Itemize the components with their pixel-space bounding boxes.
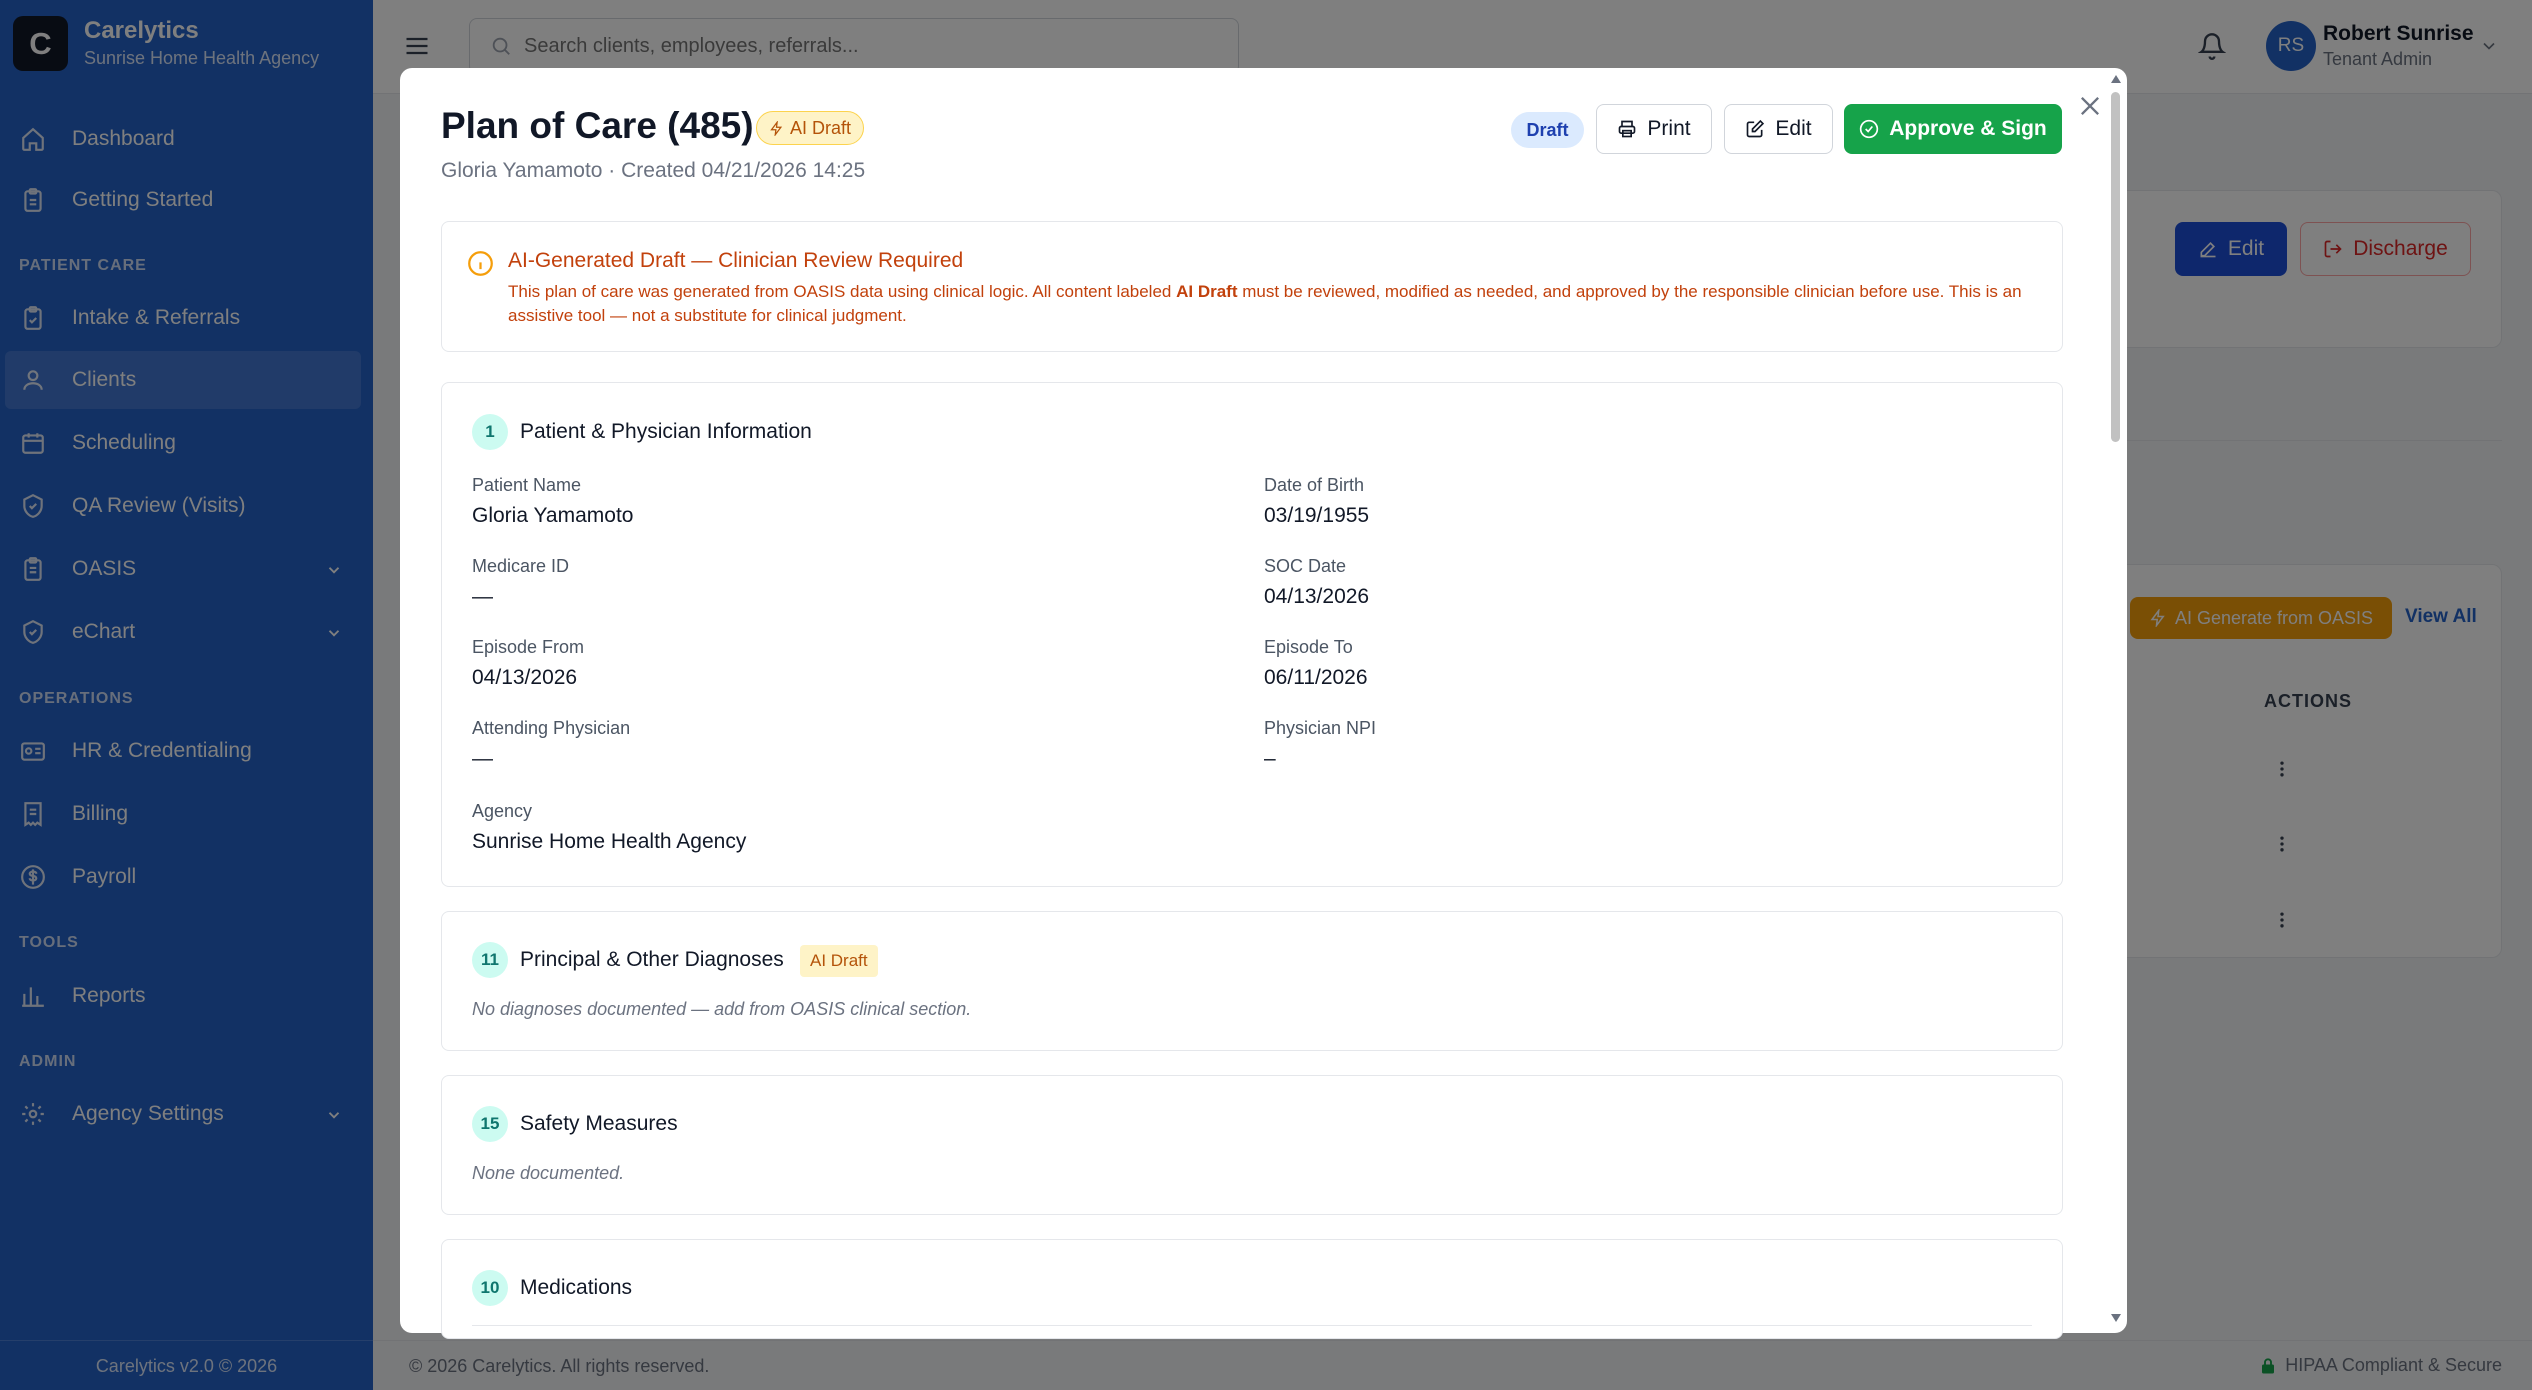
info-icon [468,251,493,276]
section-number: 10 [472,1270,508,1306]
section-safety-measures [441,1075,2063,1215]
soc-date-value: 04/13/2026 [1264,585,1370,608]
ai-notice-title: AI-Generated Draft — Clinician Review Re… [508,249,964,272]
physician-npi-value: – [1264,747,1276,770]
ai-notice-body: This plan of care was generated from OAS… [508,280,2028,328]
section-number: 15 [472,1106,508,1142]
patient-name-value: Gloria Yamamoto [472,504,634,527]
ai-draft-badge: AI Draft [756,111,865,145]
physician-npi-label: Physician NPI [1264,718,1377,738]
section-title: Principal & Other Diagnoses [520,948,784,971]
medicare-id-value: — [472,585,493,608]
close-icon[interactable] [2076,92,2104,120]
ai-notice-emphasis: AI Draft [1176,282,1238,301]
episode-to-label: Episode To [1264,637,1353,657]
dob-label: Date of Birth [1264,475,1365,495]
diagnoses-empty-text: No diagnoses documented — add from OASIS… [472,999,972,1019]
ai-draft-badge: AI Draft [800,945,878,977]
scroll-down-icon[interactable] [2110,1313,2122,1323]
scroll-up-icon[interactable] [2110,74,2122,84]
medicare-id-label: Medicare ID [472,556,570,576]
episode-to-value: 06/11/2026 [1264,666,1368,689]
patient-name-label: Patient Name [472,475,582,495]
episode-from-value: 04/13/2026 [472,666,578,689]
lightning-icon [770,120,783,136]
attending-physician-label: Attending Physician [472,718,631,738]
modal-scrollbar-thumb[interactable] [2111,92,2120,442]
section-number: 1 [472,414,508,450]
modal-subtitle: Gloria Yamamoto · Created 04/21/2026 14:… [441,159,866,182]
episode-from-label: Episode From [472,637,585,657]
soc-date-label: SOC Date [1264,556,1347,576]
status-badge: Draft [1511,112,1584,148]
section-title: Patient & Physician Information [520,420,812,443]
section-patient-physician [441,382,2063,887]
agency-label: Agency [472,801,533,821]
safety-empty-text: None documented. [472,1163,625,1183]
modal-title: Plan of Care (485) [441,105,754,146]
section-title: Safety Measures [520,1112,678,1135]
edit-label: Edit [1775,117,1812,140]
check-circle-icon [1860,119,1879,139]
agency-value: Sunrise Home Health Agency [472,830,747,853]
attending-physician-value: — [472,747,493,770]
printer-icon [1619,120,1636,138]
dob-value: 03/19/1955 [1264,504,1370,527]
section-title: Medications [520,1276,633,1299]
edit-button[interactable]: Edit [1724,104,1833,154]
ai-notice-text: This plan of care was generated from OAS… [508,282,1177,301]
print-button[interactable]: Print [1596,104,1712,154]
ai-draft-badge-label: AI Draft [790,117,852,138]
section-medications [441,1239,2063,1339]
edit-icon [1747,119,1765,138]
section-number: 11 [472,942,508,978]
medications-divider [472,1325,2032,1326]
approve-sign-label: Approve & Sign [1889,117,2047,140]
section-diagnoses [441,911,2063,1051]
approve-sign-button[interactable]: Approve & Sign [1844,104,2062,154]
print-label: Print [1647,117,1691,140]
